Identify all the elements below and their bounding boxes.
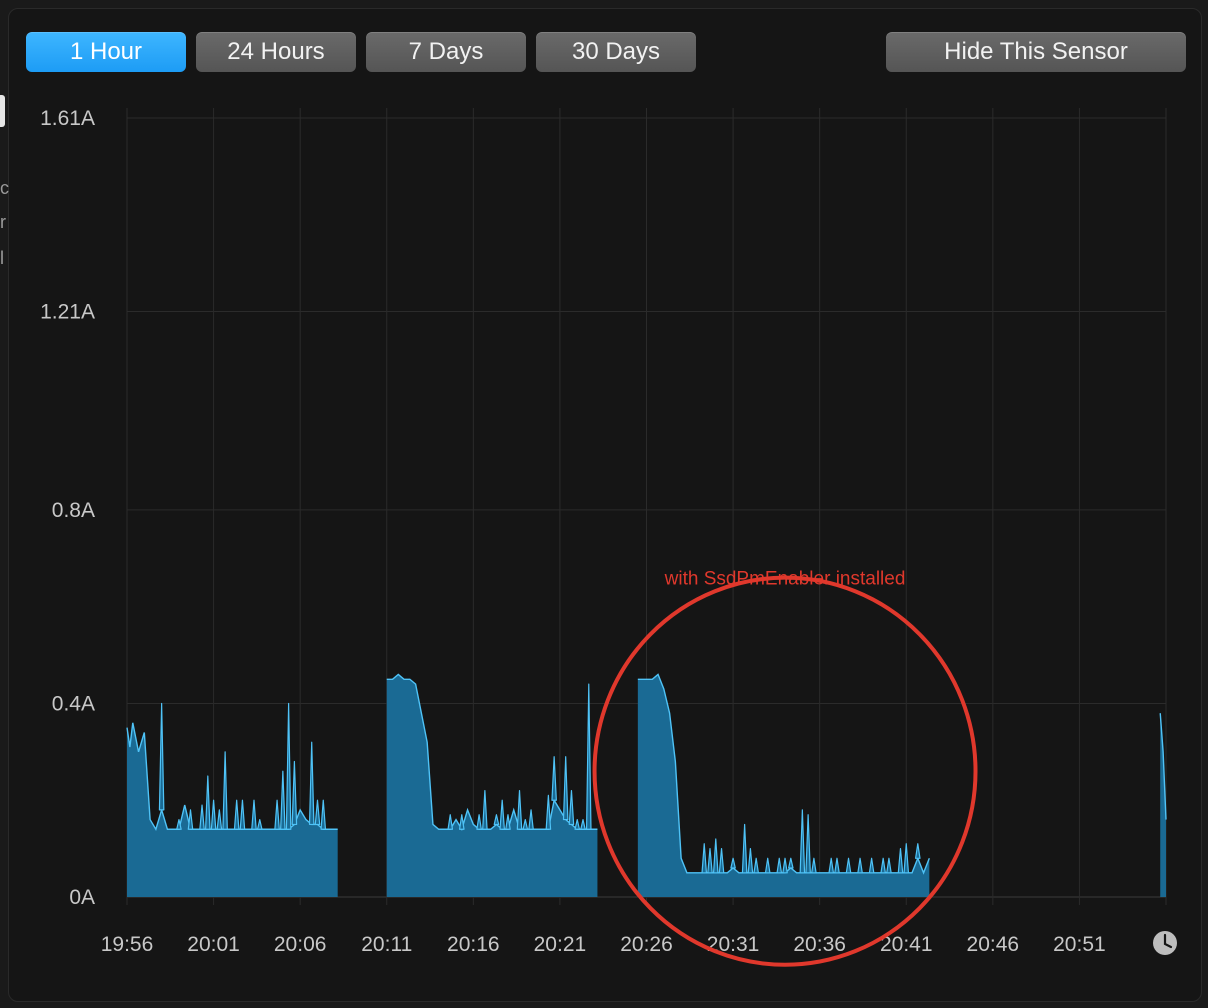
series-spike <box>857 857 863 874</box>
x-tick-label: 20:46 <box>967 933 1020 956</box>
series-spike <box>782 857 788 874</box>
series-spike <box>585 683 592 830</box>
clock-icon[interactable] <box>1153 931 1177 955</box>
series-spike <box>522 818 529 830</box>
series-spike <box>158 702 165 811</box>
series-spike <box>528 809 534 830</box>
series-spike <box>741 823 748 874</box>
x-tick-label: 20:51 <box>1053 933 1106 956</box>
series-spike <box>233 799 240 830</box>
series-spike <box>187 809 194 830</box>
series-spike <box>568 789 575 826</box>
series-spike <box>320 799 327 830</box>
series-spike <box>458 814 465 830</box>
series-spike <box>828 857 835 874</box>
series-spike <box>505 814 511 830</box>
series-spike <box>747 848 754 874</box>
series-spike <box>493 814 500 826</box>
series-spike <box>285 702 292 830</box>
series-spike <box>730 857 736 869</box>
series-spike <box>482 789 488 830</box>
series-spike <box>799 809 806 874</box>
series-spike <box>707 848 713 874</box>
x-tick-label: 20:01 <box>187 933 240 956</box>
y-tick-label: 0A <box>69 886 95 909</box>
series-spike <box>516 789 523 830</box>
series-area <box>637 674 930 897</box>
series-spike <box>805 814 811 874</box>
x-tick-label: 20:11 <box>361 933 412 956</box>
y-tick-label: 1.21A <box>40 301 95 324</box>
series-spike <box>308 741 315 826</box>
series-line <box>637 673 930 875</box>
series-spike <box>718 848 725 874</box>
series-spike <box>886 857 892 874</box>
series-spike <box>222 751 228 830</box>
series-spike <box>239 799 246 830</box>
x-tick-label: 19:56 <box>101 933 154 956</box>
series-spike <box>764 857 771 874</box>
series-spike <box>580 818 586 830</box>
y-tick-label: 0.4A <box>52 692 95 715</box>
annotation-label: with SsdPmEnabler installed <box>664 569 906 590</box>
series-spike <box>903 843 910 874</box>
series-area <box>127 722 338 897</box>
series-spike <box>447 814 454 830</box>
series-spike <box>499 799 505 830</box>
series-spike <box>776 857 783 874</box>
series-spike <box>701 843 708 874</box>
series-spike <box>574 818 581 830</box>
series-spike <box>897 848 904 874</box>
series-spike <box>551 756 557 801</box>
series-spike <box>868 857 875 874</box>
series-spike <box>562 756 569 821</box>
current-chart: 1.61A 1.21A 0.8A 0.4A 0A 19:56 20:01 20:06 20:11… <box>40 107 1177 967</box>
y-tick-label: 1.61A <box>40 107 95 130</box>
x-tick-label: 20:16 <box>447 933 500 956</box>
series-spike <box>199 804 205 830</box>
x-tick-label: 20:26 <box>620 933 673 956</box>
series-line <box>126 722 338 831</box>
series-spike <box>256 818 263 830</box>
series-spike <box>314 799 321 826</box>
series-spike <box>712 838 719 874</box>
series-spike <box>834 857 840 874</box>
x-tick-label: 20:36 <box>793 933 846 956</box>
series-spike <box>811 857 817 874</box>
series-spike <box>216 809 223 830</box>
series-spike <box>291 760 298 826</box>
series-spike <box>251 799 257 830</box>
series-spike <box>210 799 217 830</box>
x-tick-label: 20:21 <box>534 933 587 956</box>
x-tick-label: 20:06 <box>274 933 327 956</box>
series-spike <box>753 857 759 874</box>
series-spike <box>880 857 886 874</box>
series-spike <box>914 843 921 859</box>
series-spike <box>545 794 552 830</box>
series-spike <box>280 770 286 830</box>
series-spike <box>205 775 211 830</box>
y-tick-label: 0.8A <box>52 499 95 522</box>
series-spike <box>788 857 794 869</box>
series-spike <box>274 799 280 830</box>
series-spike <box>476 814 482 830</box>
series-spike <box>845 857 852 874</box>
